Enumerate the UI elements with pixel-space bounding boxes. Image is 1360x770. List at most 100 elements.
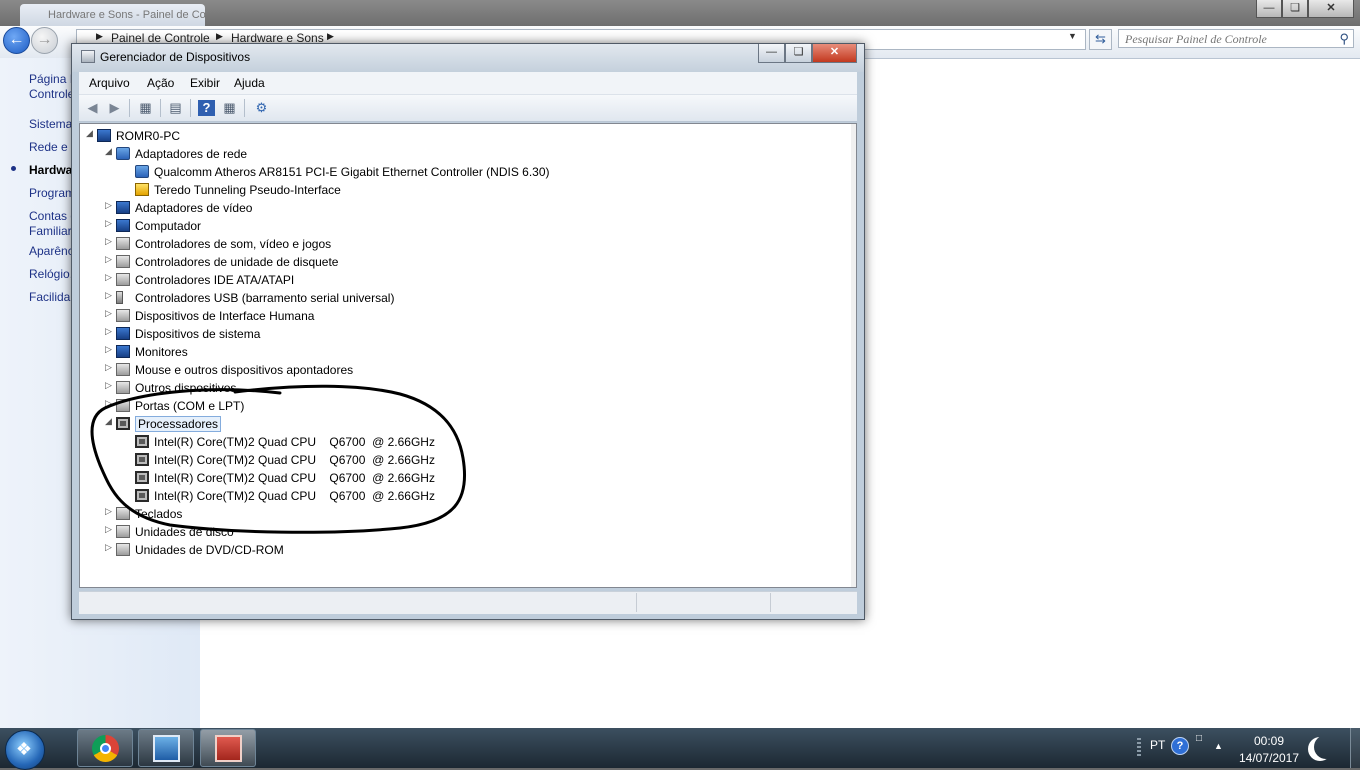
tree-row[interactable]: ▷ Dispositivos de sistema	[80, 325, 850, 343]
expand-arrow-icon[interactable]: ▷	[105, 308, 115, 319]
tree-row[interactable]: ▷ Unidades de DVD/CD-ROM	[80, 541, 850, 559]
sidebar-link-home[interactable]: Página I	[29, 72, 73, 87]
tree-row[interactable]: ▷ Portas (COM e LPT)	[80, 397, 850, 415]
tree-row[interactable]: Intel(R) Core(TM)2 Quad CPU Q6700 @ 2.66…	[80, 469, 850, 487]
tree-row[interactable]: ◢ Adaptadores de rede	[80, 145, 850, 163]
action-center-icon[interactable]: □	[1196, 733, 1202, 744]
show-hidden-icons-icon[interactable]: ▲	[1214, 741, 1223, 751]
sidebar-link-accounts[interactable]: Contas d	[29, 209, 77, 224]
update-driver-icon[interactable]: ▦	[221, 100, 238, 116]
sidebar-link-programs[interactable]: Program	[29, 186, 75, 201]
address-dropdown-icon[interactable]: ▼	[1068, 31, 1077, 41]
tree-row[interactable]: Intel(R) Core(TM)2 Quad CPU Q6700 @ 2.66…	[80, 433, 850, 451]
tree-row[interactable]: ▷ Monitores	[80, 343, 850, 361]
forward-button[interactable]: →	[31, 27, 58, 54]
device-tree[interactable]: ◢ ROMR0-PC ◢ Adaptadores de rede Qualcomm At…	[79, 123, 857, 588]
tree-item-label[interactable]: Teclados	[135, 507, 182, 521]
tree-item-label[interactable]: Qualcomm Atheros AR8151 PCI-E Gigabit Et…	[154, 165, 550, 179]
tree-item-label[interactable]: Controladores USB (barramento serial uni…	[135, 291, 394, 305]
tree-row[interactable]: ▷ Teclados	[80, 505, 850, 523]
tree-item-label[interactable]: Controladores IDE ATA/ATAPI	[135, 273, 294, 287]
search-input[interactable]	[1125, 32, 1325, 47]
expand-arrow-icon[interactable]: ▷	[105, 254, 115, 265]
expand-arrow-icon[interactable]: ▷	[105, 398, 115, 409]
moon-icon[interactable]	[1314, 735, 1338, 759]
tree-item-label[interactable]: Dispositivos de Interface Humana	[135, 309, 314, 323]
help-icon[interactable]: ?	[198, 100, 215, 116]
expand-arrow-icon[interactable]: ▷	[105, 326, 115, 337]
sidebar-link-network[interactable]: Rede e I	[29, 140, 74, 155]
tree-item-label[interactable]: Unidades de DVD/CD-ROM	[135, 543, 284, 557]
control-panel-tab[interactable]: Hardware e Sons - Painel de Controle	[20, 4, 205, 26]
close-button[interactable]: ✕	[812, 44, 857, 63]
menu-acao[interactable]: Ação	[147, 76, 174, 90]
tree-row[interactable]: ▷ Adaptadores de vídeo	[80, 199, 850, 217]
tree-item-label[interactable]: Monitores	[135, 345, 188, 359]
tree-item-label[interactable]: ROMR0-PC	[116, 129, 180, 143]
expand-arrow-icon[interactable]: ▷	[105, 542, 115, 553]
tree-item-label[interactable]: Intel(R) Core(TM)2 Quad CPU Q6700 @ 2.66…	[154, 471, 435, 485]
minimize-button[interactable]: —	[758, 44, 785, 63]
tree-row[interactable]: Qualcomm Atheros AR8151 PCI-E Gigabit Et…	[80, 163, 850, 181]
tree-item-label[interactable]: Outros dispositivos	[135, 381, 236, 395]
tree-item-label[interactable]: Controladores de som, vídeo e jogos	[135, 237, 331, 251]
tree-row[interactable]: Intel(R) Core(TM)2 Quad CPU Q6700 @ 2.66…	[80, 451, 850, 469]
back-icon[interactable]: ◀	[84, 100, 101, 116]
tree-row[interactable]: ▷ Controladores USB (barramento serial un…	[80, 289, 850, 307]
menu-ajuda[interactable]: Ajuda	[234, 76, 265, 90]
tree-row[interactable]: ▷ Outros dispositivos	[80, 379, 850, 397]
show-hide-tree-icon[interactable]: ▦	[137, 100, 154, 116]
scrollbar[interactable]	[851, 124, 856, 587]
language-indicator[interactable]: PT	[1150, 738, 1165, 752]
tree-item-label[interactable]: Intel(R) Core(TM)2 Quad CPU Q6700 @ 2.66…	[154, 489, 435, 503]
search-box[interactable]: ⚲	[1118, 29, 1354, 48]
taskbar-device-manager-button[interactable]	[200, 729, 256, 767]
minimize-button[interactable]: —	[1256, 0, 1282, 18]
expand-arrow-icon[interactable]: ▷	[105, 272, 115, 283]
tree-item-label[interactable]: Intel(R) Core(TM)2 Quad CPU Q6700 @ 2.66…	[154, 435, 435, 449]
expand-arrow-icon[interactable]: ▷	[105, 344, 115, 355]
tree-item-label[interactable]: Computador	[135, 219, 201, 233]
tree-row[interactable]: ▷ Controladores de unidade de disquete	[80, 253, 850, 271]
show-desktop-button[interactable]	[1350, 728, 1360, 768]
forward-icon[interactable]: ▶	[106, 100, 123, 116]
tree-item-label[interactable]: Mouse e outros dispositivos apontadores	[135, 363, 353, 377]
tree-row[interactable]: ◢ Processadores	[80, 415, 850, 433]
menu-arquivo[interactable]: Arquivo	[89, 76, 130, 90]
tree-item-label[interactable]: Controladores de unidade de disquete	[135, 255, 338, 269]
tree-row[interactable]: Intel(R) Core(TM)2 Quad CPU Q6700 @ 2.66…	[80, 487, 850, 505]
tree-row[interactable]: ▷ Controladores de som, vídeo e jogos	[80, 235, 850, 253]
tree-row[interactable]: ▷ Controladores IDE ATA/ATAPI	[80, 271, 850, 289]
clock-time[interactable]: 00:09	[1240, 734, 1298, 748]
expand-arrow-icon[interactable]: ▷	[105, 524, 115, 535]
expand-arrow-icon[interactable]: ▷	[105, 362, 115, 373]
sidebar-link-accounts-cont[interactable]: Familiar	[29, 224, 72, 239]
expand-arrow-icon[interactable]: ▷	[105, 380, 115, 391]
tree-item-label[interactable]: Intel(R) Core(TM)2 Quad CPU Q6700 @ 2.66…	[154, 453, 435, 467]
collapse-arrow-icon[interactable]: ◢	[105, 416, 115, 427]
expand-arrow-icon[interactable]: ▷	[105, 506, 115, 517]
refresh-button[interactable]: ⇆	[1089, 29, 1112, 50]
maximize-button[interactable]: ❏	[1282, 0, 1308, 18]
sidebar-link-accessibility[interactable]: Facilida	[29, 290, 70, 305]
menu-exibir[interactable]: Exibir	[190, 76, 220, 90]
taskbar-chrome-button[interactable]	[77, 729, 133, 767]
scan-hardware-icon[interactable]: ⚙	[253, 100, 270, 116]
clock-date[interactable]: 14/07/2017	[1232, 751, 1306, 765]
close-button[interactable]: ✕	[1308, 0, 1354, 18]
maximize-button[interactable]: ❏	[785, 44, 812, 63]
sidebar-link-system[interactable]: Sistema	[29, 117, 72, 132]
taskbar-control-panel-button[interactable]	[138, 729, 194, 767]
tree-item-label[interactable]: Dispositivos de sistema	[135, 327, 260, 341]
tree-row[interactable]: ◢ ROMR0-PC	[80, 127, 850, 145]
sidebar-link-hardware[interactable]: Hardwa	[29, 163, 72, 178]
collapse-arrow-icon[interactable]: ◢	[86, 128, 96, 139]
tree-row[interactable]: ▷ Unidades de disco	[80, 523, 850, 541]
search-icon[interactable]: ⚲	[1339, 31, 1349, 47]
tree-item-label[interactable]: Unidades de disco	[135, 525, 234, 539]
tree-row[interactable]: Teredo Tunneling Pseudo-Interface	[80, 181, 850, 199]
tree-item-label[interactable]: Teredo Tunneling Pseudo-Interface	[154, 183, 341, 197]
tree-row[interactable]: ▷ Dispositivos de Interface Humana	[80, 307, 850, 325]
tree-row[interactable]: ▷ Mouse e outros dispositivos apontadores	[80, 361, 850, 379]
expand-arrow-icon[interactable]: ▷	[105, 218, 115, 229]
